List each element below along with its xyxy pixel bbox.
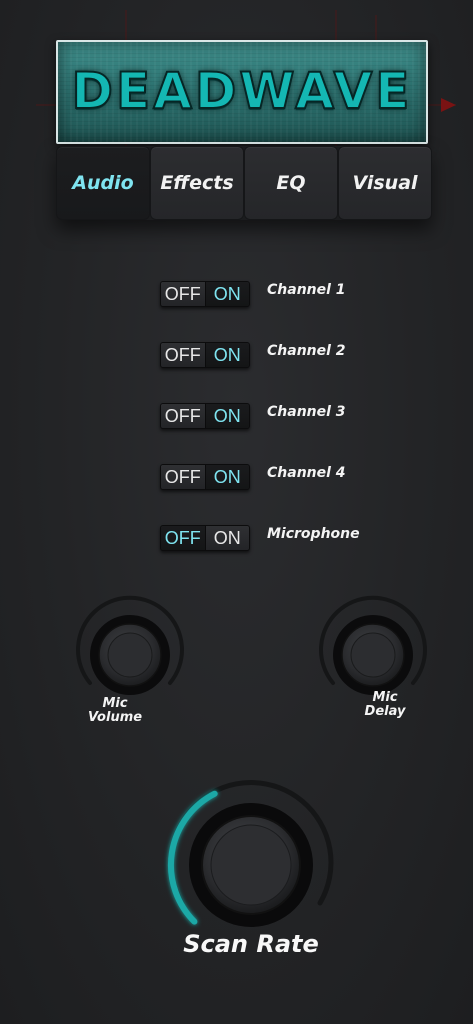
- scan-rate-label: Scan Rate: [183, 930, 319, 958]
- mic-volume-label-line1: Mic: [102, 696, 128, 711]
- scan-rate-knob[interactable]: [161, 775, 341, 927]
- microphone-label: Microphone: [267, 526, 360, 542]
- channel-4-label: Channel 4: [267, 465, 346, 481]
- channel-1-toggle[interactable]: OFF ON: [160, 281, 250, 307]
- channel-2-row: OFF ON Channel 2: [160, 342, 346, 368]
- mic-delay-knob[interactable]: [313, 595, 433, 700]
- channel-2-toggle[interactable]: OFF ON: [160, 342, 250, 368]
- channel-2-off-segment[interactable]: OFF: [161, 343, 205, 367]
- channel-4-toggle[interactable]: OFF ON: [160, 464, 250, 490]
- microphone-on-segment[interactable]: ON: [204, 526, 249, 550]
- app-logo: DEADWAVE: [36, 10, 456, 160]
- tab-audio[interactable]: Audio: [56, 146, 150, 220]
- mic-delay-label: Mic Delay: [350, 691, 420, 719]
- channel-1-off-segment[interactable]: OFF: [161, 282, 205, 306]
- microphone-off-segment[interactable]: OFF: [161, 526, 205, 550]
- microphone-toggle[interactable]: OFF ON: [160, 525, 250, 551]
- mic-volume-label: Mic Volume: [80, 697, 150, 725]
- channel-3-label: Channel 3: [267, 404, 346, 420]
- logo-panel: DEADWAVE: [56, 40, 428, 144]
- channel-2-on-segment[interactable]: ON: [204, 343, 249, 367]
- mic-volume-knob[interactable]: [70, 595, 190, 700]
- logo-text: DEADWAVE: [71, 61, 413, 121]
- microphone-row: OFF ON Microphone: [160, 525, 360, 551]
- channel-4-on-segment[interactable]: ON: [204, 465, 249, 489]
- mic-delay-label-line1: Mic: [372, 690, 398, 705]
- channel-3-row: OFF ON Channel 3: [160, 403, 346, 429]
- channel-1-label: Channel 1: [267, 282, 346, 298]
- channel-3-off-segment[interactable]: OFF: [161, 404, 205, 428]
- mic-delay-label-line2: Delay: [364, 704, 406, 719]
- tab-visual-label: Visual: [352, 172, 418, 194]
- tab-effects-label: Effects: [160, 172, 234, 194]
- tab-effects[interactable]: Effects: [150, 146, 244, 220]
- tab-eq[interactable]: EQ: [244, 146, 338, 220]
- channel-1-row: OFF ON Channel 1: [160, 281, 346, 307]
- tab-audio-label: Audio: [72, 172, 134, 194]
- mic-volume-label-line2: Volume: [87, 710, 143, 725]
- arrow-right-icon: [441, 98, 456, 112]
- channel-3-on-segment[interactable]: ON: [204, 404, 249, 428]
- channel-2-label: Channel 2: [267, 343, 346, 359]
- channel-3-toggle[interactable]: OFF ON: [160, 403, 250, 429]
- channel-4-row: OFF ON Channel 4: [160, 464, 346, 490]
- channel-4-off-segment[interactable]: OFF: [161, 465, 205, 489]
- tab-bar: Audio Effects EQ Visual: [56, 146, 432, 220]
- channel-1-on-segment[interactable]: ON: [204, 282, 249, 306]
- tab-visual[interactable]: Visual: [338, 146, 432, 220]
- tab-eq-label: EQ: [276, 172, 306, 194]
